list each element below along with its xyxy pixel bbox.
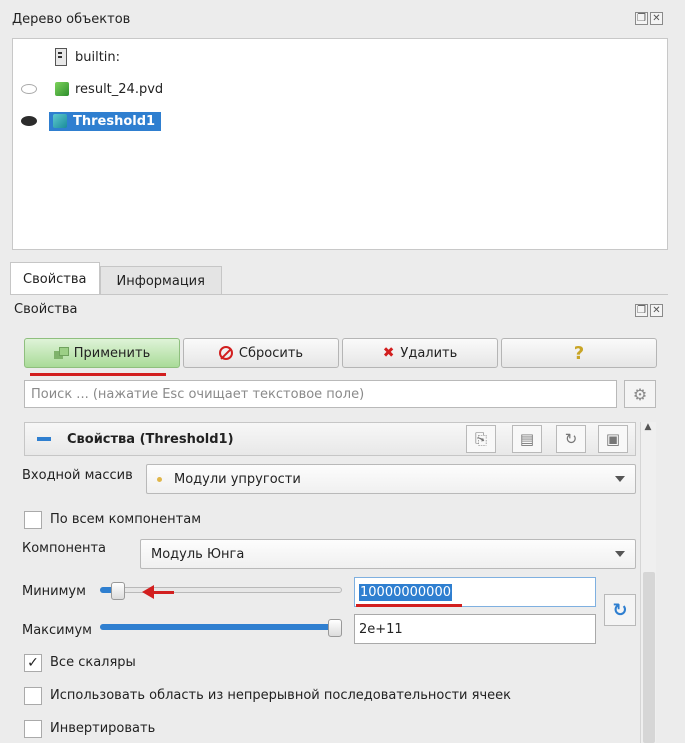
apply-label: Применить [73,345,151,361]
input-array-label: Входной массив [22,468,133,483]
close-icon[interactable]: ✕ [650,304,663,317]
tab-properties[interactable]: Свойства [10,262,100,295]
maximum-input[interactable]: 2e+11 [354,614,596,644]
properties-title: Свойства [14,302,78,317]
tree-item-result[interactable]: result_24.pvd [21,77,163,101]
copy-icon[interactable]: ⎘ [466,425,496,453]
cube-icon [55,82,69,96]
delete-label: Удалить [400,345,458,361]
threshold-icon [53,114,67,128]
maximum-slider[interactable] [100,618,342,638]
pipeline-browser-title: Дерево объектов [12,12,131,27]
annotation-arrow-head [142,585,154,599]
apply-button[interactable]: Применить [24,338,180,368]
all-components-label: По всем компонентам [50,512,202,527]
minimum-value: 10000000000 [359,583,452,601]
tree-item-label: Threshold1 [73,113,156,129]
minimum-label: Минимум [22,584,86,599]
save-icon[interactable]: ▣ [598,425,628,453]
reload-icon[interactable]: ↻ [556,425,586,453]
maximum-label: Максимум [22,623,92,638]
annotation-underline [356,604,462,607]
slider-handle[interactable] [111,582,125,600]
pipeline-tree[interactable]: builtin: result_24.pvd Threshold1 [12,38,668,250]
slider-track [100,587,342,593]
delete-button[interactable]: ✖ Удалить [342,338,498,368]
component-select[interactable]: Модуль Юнга [140,539,636,569]
close-icon[interactable]: ✕ [650,12,663,25]
invert-label: Инвертировать [50,721,156,736]
refresh-range-icon[interactable]: ↻ [604,594,636,626]
maximum-value: 2e+11 [359,621,403,637]
reset-label: Сбросить [238,345,304,361]
section-title: Свойства (Threshold1) [67,431,234,447]
scroll-up-arrow-icon[interactable]: ▲ [640,422,656,438]
annotation-underline [30,373,166,376]
invert-checkbox[interactable] [24,720,42,738]
visibility-off-icon[interactable] [21,84,37,94]
input-array-value: Модули упругости [174,471,301,487]
all-components-checkbox[interactable] [24,511,42,529]
component-value: Модуль Юнга [151,546,245,562]
delete-icon: ✖ [382,345,395,361]
chevron-down-icon [615,551,625,557]
reset-button[interactable]: Сбросить [183,338,339,368]
tree-item-label: result_24.pvd [75,81,164,97]
minimum-input[interactable]: 10000000000 [354,577,596,607]
reset-icon [218,346,233,360]
all-scalars-checkbox[interactable]: ✓ [24,654,42,672]
chevron-down-icon [615,476,625,482]
component-label: Компонента [22,541,106,556]
minimum-slider[interactable] [100,581,342,601]
tree-item-builtin[interactable]: builtin: [55,45,120,69]
all-scalars-label: Все скаляры [50,655,136,670]
properties-window-buttons: ❐ ✕ [635,304,663,317]
use-continuous-range-checkbox[interactable] [24,687,42,705]
input-array-select[interactable]: Модули упругости [146,464,636,494]
visibility-on-icon[interactable] [21,116,37,126]
search-input[interactable]: Поиск ... (нажатие Esc очищает текстовое… [24,380,617,408]
section-header[interactable]: Свойства (Threshold1) [24,422,636,456]
point-data-icon [157,476,162,482]
scrollbar-thumb[interactable] [643,572,655,743]
slider-fill [100,624,335,630]
undock-icon[interactable]: ❐ [635,12,648,25]
slider-handle[interactable] [328,619,342,637]
selected-item[interactable]: Threshold1 [49,111,162,131]
tab-bar: Свойства Информация [10,262,222,295]
tree-item-label: builtin: [75,49,121,65]
paste-icon[interactable]: ▤ [512,425,542,453]
use-continuous-range-label: Использовать область из непрерывной посл… [50,688,511,703]
tree-item-threshold[interactable]: Threshold1 [21,109,162,133]
undock-icon[interactable]: ❐ [635,304,648,317]
pipeline-browser-window-buttons: ❐ ✕ [635,12,663,25]
gear-icon[interactable]: ⚙ [624,380,656,408]
collapse-icon[interactable] [37,437,51,441]
tab-information[interactable]: Информация [99,266,222,295]
splitter-handle[interactable] [12,254,668,260]
help-button[interactable]: ? [501,338,657,368]
apply-icon [53,347,69,359]
server-icon [55,48,67,66]
